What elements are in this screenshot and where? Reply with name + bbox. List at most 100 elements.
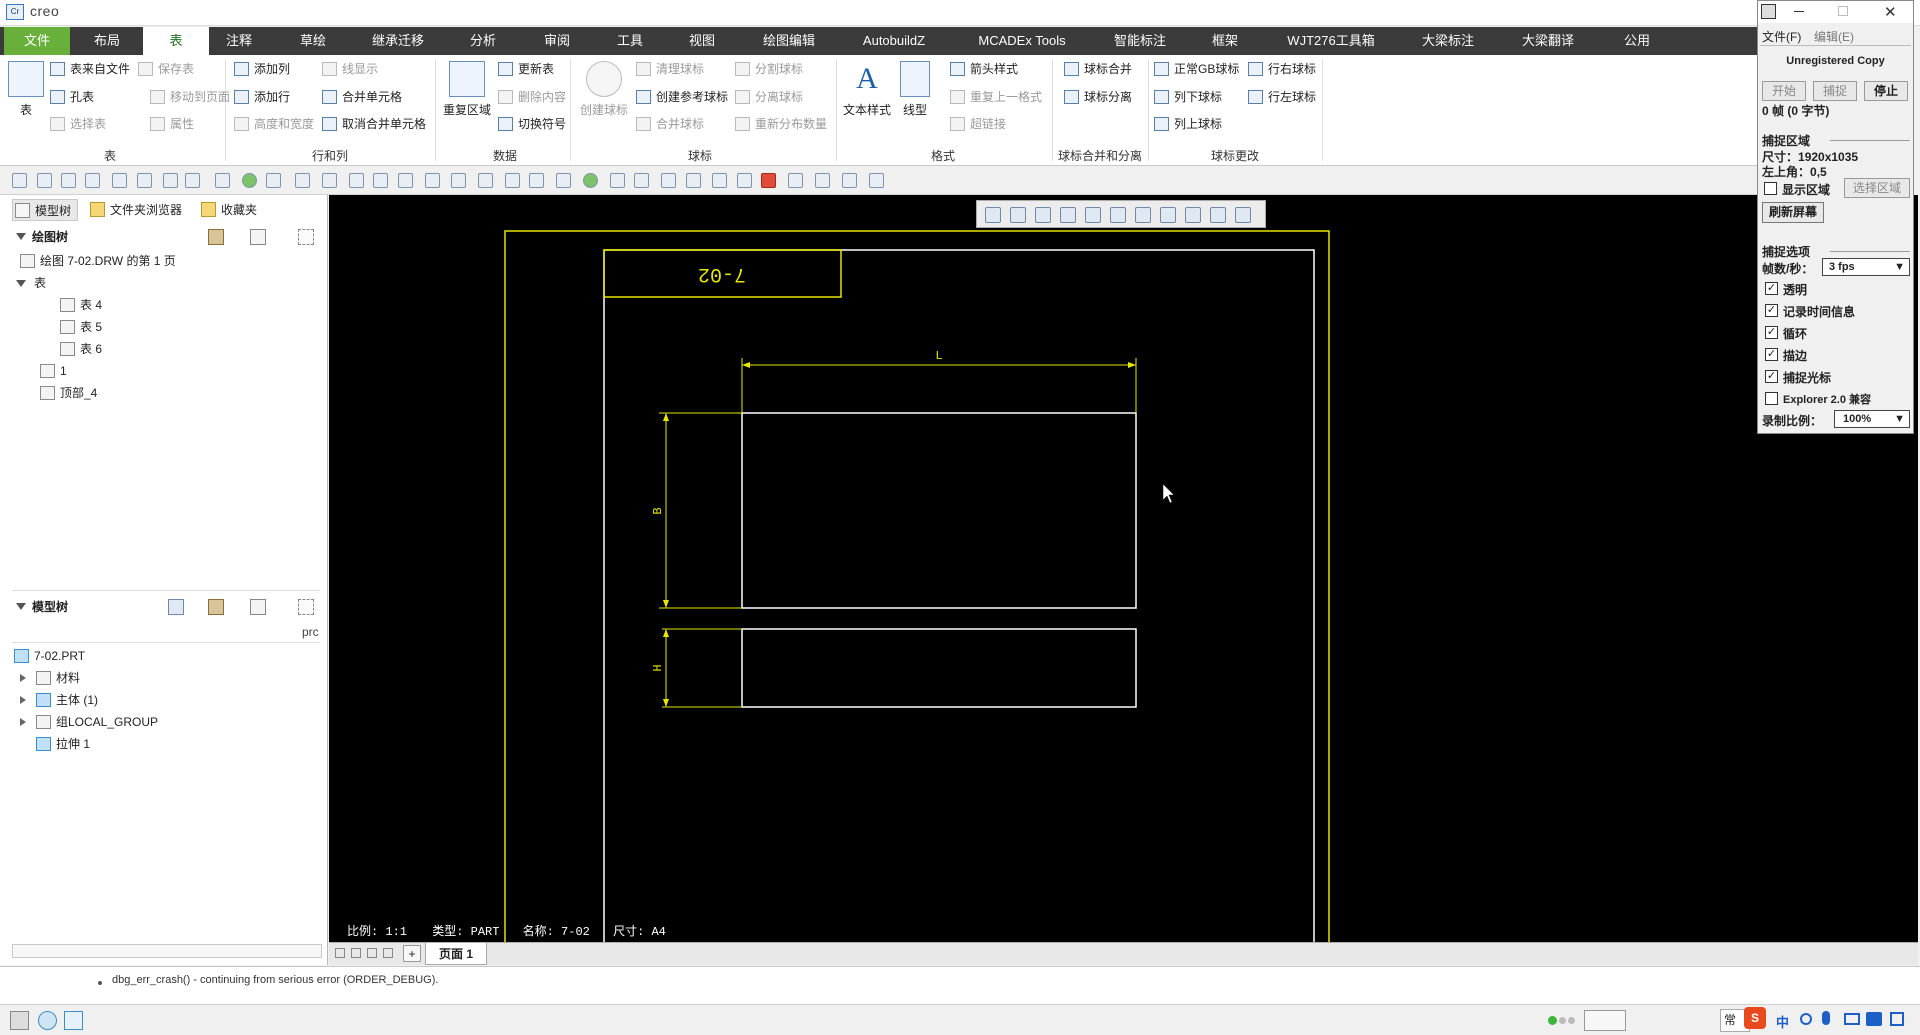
tab-girder-translate[interactable]: 大梁翻译 <box>1505 27 1591 55</box>
repaint-icon[interactable] <box>1060 207 1076 223</box>
tab-layout[interactable]: 布局 <box>72 27 142 55</box>
tab-tools[interactable]: 工具 <box>600 27 660 55</box>
tab-autobuildz[interactable]: AutobuildZ <box>846 27 942 55</box>
open-icon[interactable] <box>36 173 52 188</box>
merge-balloon-button[interactable]: 合并球标 <box>636 115 704 133</box>
model-icon[interactable] <box>322 173 338 188</box>
col-down-balloon-button[interactable]: 列下球标 <box>1154 88 1222 106</box>
fullscreen-icon[interactable] <box>64 1011 83 1030</box>
hole-table-button[interactable]: 孔表 <box>50 88 94 106</box>
sketch-icon[interactable] <box>424 173 440 188</box>
point-display-icon[interactable] <box>1210 207 1226 223</box>
expand-icon[interactable] <box>20 696 26 704</box>
select-table-button[interactable]: 选择表 <box>50 115 106 133</box>
arrow-style-button[interactable]: 箭头样式 <box>950 60 1018 78</box>
normal-gb-balloon-button[interactable]: 正常GB球标 <box>1154 60 1239 78</box>
keyboard-icon[interactable] <box>1844 1013 1860 1025</box>
table-group-label[interactable]: 表 <box>90 147 130 164</box>
capture-menu-edit[interactable]: 编辑(E) <box>1814 28 1854 45</box>
capture-cursor-checkbox[interactable]: ✓ <box>1765 370 1778 383</box>
part-side-view[interactable] <box>741 628 1137 708</box>
tab-frame[interactable]: 框架 <box>1195 27 1255 55</box>
first-sheet-icon[interactable] <box>335 948 345 958</box>
text-style-button[interactable]: A 文本样式 <box>842 61 892 118</box>
datum-display-icon[interactable] <box>1135 207 1151 223</box>
balloon-group-label[interactable]: 球标 <box>680 147 720 164</box>
create-balloon-button[interactable]: 创建球标 <box>578 61 630 118</box>
balloon-merge-button[interactable]: 球标合并 <box>1064 60 1132 78</box>
table-icon[interactable] <box>685 173 701 188</box>
regenerate-icon[interactable] <box>241 173 257 188</box>
record-scale-dropdown[interactable]: 100% ▼ <box>1834 410 1910 428</box>
select-region-button[interactable]: 选择区域 <box>1844 178 1910 198</box>
settings-icon[interactable] <box>373 173 389 188</box>
measure-icon[interactable] <box>529 173 545 188</box>
spin-icon[interactable] <box>478 173 494 188</box>
line-display-button[interactable]: 线显示 <box>322 60 378 78</box>
tree-node-extrude-1[interactable]: 拉伸 1 <box>36 734 90 754</box>
axis-display-icon[interactable] <box>1185 207 1201 223</box>
error-icon[interactable] <box>761 173 777 188</box>
next-sheet-icon[interactable] <box>367 948 377 958</box>
split-balloon-button[interactable]: 分割球标 <box>735 60 803 78</box>
more-icon[interactable] <box>868 173 884 188</box>
table-button[interactable]: 表 <box>8 61 44 118</box>
csys-display-icon[interactable] <box>1235 207 1251 223</box>
tree-node-table-4[interactable]: 表 4 <box>60 295 102 315</box>
merge-cells-button[interactable]: 合并单元格 <box>322 88 402 106</box>
dim-L-text[interactable]: L <box>935 349 942 363</box>
tree-node-tables[interactable]: 表 <box>34 273 46 293</box>
target-icon[interactable] <box>451 173 467 188</box>
undo-icon[interactable] <box>163 173 179 188</box>
col-up-balloon-button[interactable]: 列上球标 <box>1154 115 1222 133</box>
new-icon[interactable] <box>12 173 28 188</box>
hyperlink-button[interactable]: 超链接 <box>950 115 1006 133</box>
refit-icon[interactable] <box>985 207 1001 223</box>
tab-mcadex-tools[interactable]: MCADEx Tools <box>962 27 1082 55</box>
microphone-icon[interactable] <box>1822 1011 1830 1025</box>
repeat-last-format-button[interactable]: 重复上一格式 <box>950 88 1042 106</box>
tab-annotate[interactable]: 注释 <box>212 27 266 55</box>
view-icon[interactable] <box>505 173 521 188</box>
tab-analysis[interactable]: 分析 <box>455 27 511 55</box>
loop-checkbox[interactable]: ✓ <box>1765 326 1778 339</box>
tree-node-material[interactable]: 材料 <box>36 668 80 688</box>
layer-icon[interactable] <box>348 173 364 188</box>
tree-node-top-4[interactable]: 顶部_4 <box>40 383 97 403</box>
hide-icon[interactable] <box>736 173 752 188</box>
expand-icon[interactable] <box>20 718 26 726</box>
detach-balloon-button[interactable]: 分离球标 <box>735 88 803 106</box>
tree-node-view-1[interactable]: 1 <box>40 361 67 381</box>
sheet-tab-1[interactable]: 页面 1 <box>425 943 487 965</box>
model-tree-filter[interactable]: prc <box>302 625 319 639</box>
minimize-icon[interactable] <box>1794 11 1804 12</box>
fps-dropdown[interactable]: 3 fps ▼ <box>1822 258 1910 276</box>
tree-filter-icon[interactable] <box>298 229 314 245</box>
prev-sheet-icon[interactable] <box>351 948 361 958</box>
show-region-checkbox[interactable] <box>1764 182 1777 195</box>
table-from-file-button[interactable]: 表来自文件 <box>50 60 130 78</box>
tab-favorites[interactable]: 收藏夹 <box>199 199 257 221</box>
sogou-ime-icon[interactable]: S <box>1744 1007 1766 1029</box>
balloon-split-button[interactable]: 球标分离 <box>1064 88 1132 106</box>
add-sheet-button[interactable]: + <box>403 945 421 962</box>
stop-button[interactable]: 停止 <box>1864 81 1908 101</box>
tab-review[interactable]: 审阅 <box>527 27 587 55</box>
redo-icon[interactable] <box>185 173 201 188</box>
properties-button[interactable]: 属性 <box>150 115 194 133</box>
save-icon[interactable] <box>61 173 76 188</box>
line-style-button[interactable]: 线型 <box>895 61 935 118</box>
tree-display-icon[interactable] <box>250 229 266 245</box>
transparent-checkbox[interactable]: ✓ <box>1765 282 1778 295</box>
tree-toggle-icon[interactable] <box>10 1011 29 1030</box>
dim-B-text[interactable]: B <box>651 507 665 514</box>
update-table-button[interactable]: 更新表 <box>498 60 554 78</box>
properties-icon[interactable] <box>397 173 413 188</box>
save-as-icon[interactable] <box>85 173 101 188</box>
add-row-button[interactable]: 添加行 <box>234 88 290 106</box>
tab-wjt276-toolbox[interactable]: WJT276工具箱 <box>1273 27 1389 55</box>
tab-drawing-edit[interactable]: 绘图编辑 <box>745 27 833 55</box>
format-group-label[interactable]: 格式 <box>918 147 968 164</box>
group-icon[interactable] <box>788 173 804 188</box>
capture-button[interactable]: 捕捉 <box>1813 81 1857 101</box>
